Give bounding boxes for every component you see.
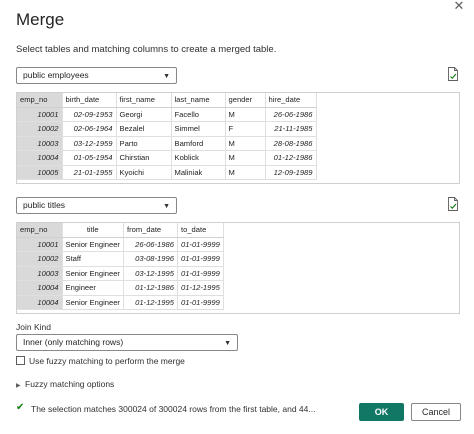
- table-cell: Maliniak: [171, 165, 226, 180]
- chevron-down-icon: ▼: [163, 203, 170, 210]
- column-header-emp-no[interactable]: emp_no: [17, 223, 63, 238]
- column-header-gender[interactable]: gender: [225, 93, 266, 108]
- column-header-title[interactable]: title: [62, 223, 124, 238]
- table-row: 10004 01-05-1954 Chirstian Koblick M 01-12-19…: [17, 150, 317, 166]
- column-header-last-name[interactable]: last_name: [171, 93, 226, 108]
- dialog-subtitle: Select tables and matching columns to cr…: [16, 44, 277, 55]
- chevron-down-icon: ▼: [163, 73, 170, 80]
- table-cell: Senior Engineer: [62, 266, 124, 281]
- table-cell: 10002: [17, 121, 63, 137]
- second-table-preview: emp_no title from_date to_date 10001 Senior …: [16, 222, 460, 314]
- table-cell: 12-09-1989: [265, 165, 317, 180]
- table-row: 10003 Senior Engineer 03-12-1995 01-01-9999: [17, 266, 224, 281]
- table-cell: 01-12-1995: [177, 280, 224, 296]
- table-cell: Simmel: [171, 121, 226, 137]
- table-row: 10003 03-12-1959 Parto Bamford M 28-08-1986: [17, 136, 317, 151]
- table-row: 10004 Engineer 01-12-1986 01-12-1995: [17, 280, 224, 296]
- table-cell: Engineer: [62, 280, 124, 296]
- table-cell: 01-01-9999: [177, 237, 224, 252]
- dialog-title: Merge: [16, 10, 65, 29]
- table-cell: 10004: [17, 280, 63, 296]
- table-cell: 01-12-1986: [123, 280, 178, 296]
- table-cell: Bezalel: [116, 121, 172, 137]
- table-cell: Senior Engineer: [62, 295, 124, 310]
- table-cell: Chirstian: [116, 150, 172, 166]
- table-cell: 01-01-9999: [177, 295, 224, 310]
- table-row: 10004 Senior Engineer 01-12-1995 01-01-9999: [17, 295, 224, 310]
- table-row: 10002 Staff 03-08-1996 01-01-9999: [17, 251, 224, 267]
- table-cell: Senior Engineer: [62, 237, 124, 252]
- column-header-to-date[interactable]: to_date: [177, 223, 224, 238]
- table-cell: 01-05-1954: [62, 150, 117, 166]
- column-header-emp-no[interactable]: emp_no: [17, 93, 63, 108]
- refresh-preview-icon[interactable]: [447, 197, 459, 211]
- refresh-preview-icon[interactable]: [447, 67, 459, 81]
- table-cell: 10002: [17, 251, 63, 267]
- match-status-text: The selection matches 300024 of 300024 r…: [31, 404, 316, 414]
- ok-button[interactable]: OK: [359, 403, 404, 421]
- table-cell: Parto: [116, 136, 172, 151]
- table-row: 10001 02-09-1953 Georgi Facello M 26-06-1986: [17, 107, 317, 122]
- column-header-from-date[interactable]: from_date: [123, 223, 178, 238]
- table-cell: 10005: [17, 165, 63, 180]
- fuzzy-matching-checkbox[interactable]: [16, 356, 25, 365]
- table-cell: F: [225, 121, 266, 137]
- join-kind-label: Join Kind: [16, 322, 51, 332]
- second-table-dropdown-value: public titles: [23, 200, 66, 210]
- second-table-grid: emp_no title from_date to_date 10001 Senior …: [17, 223, 224, 310]
- table-cell: 10004: [17, 150, 63, 166]
- table-cell: 01-12-1995: [123, 295, 178, 310]
- column-header-hire-date[interactable]: hire_date: [265, 93, 317, 108]
- first-table-dropdown-value: public employees: [23, 70, 89, 80]
- column-header-birth-date[interactable]: birth_date: [62, 93, 117, 108]
- table-cell: 10003: [17, 136, 63, 151]
- checkmark-icon: ✔: [16, 402, 25, 413]
- first-table-preview: emp_no birth_date first_name last_name gende…: [16, 92, 460, 184]
- table-cell: 01-01-9999: [177, 266, 224, 281]
- table-cell: 10001: [17, 107, 63, 122]
- table-cell: 03-12-1995: [123, 266, 178, 281]
- table-cell: 02-06-1964: [62, 121, 117, 137]
- table-cell: 26-06-1986: [265, 107, 317, 122]
- table-cell: Georgi: [116, 107, 172, 122]
- column-header-first-name[interactable]: first_name: [116, 93, 172, 108]
- table-cell: 03-12-1959: [62, 136, 117, 151]
- chevron-right-icon: ▶: [16, 383, 21, 389]
- table-cell: M: [225, 165, 266, 180]
- table-cell: Koblick: [171, 150, 226, 166]
- table-cell: Kyoichi: [116, 165, 172, 180]
- join-kind-value: Inner (only matching rows): [23, 337, 124, 347]
- fuzzy-options-expander[interactable]: ▶ Fuzzy matching options: [16, 379, 114, 389]
- table-row: 10001 Senior Engineer 26-06-1986 01-01-9999: [17, 237, 224, 252]
- close-icon[interactable]: ✕: [452, 0, 466, 14]
- table-cell: M: [225, 136, 266, 151]
- fuzzy-matching-label[interactable]: Use fuzzy matching to perform the merge: [29, 356, 185, 366]
- table-cell: 21-01-1955: [62, 165, 117, 180]
- table-cell: 01-01-9999: [177, 251, 224, 267]
- table-cell: 10003: [17, 266, 63, 281]
- cancel-button[interactable]: Cancel: [411, 403, 461, 421]
- table-cell: 03-08-1996: [123, 251, 178, 267]
- table-cell: Bamford: [171, 136, 226, 151]
- table-row: 10002 02-06-1964 Bezalel Simmel F 21-11-1985: [17, 121, 317, 137]
- table-cell: 26-06-1986: [123, 237, 178, 252]
- table-cell: 02-09-1953: [62, 107, 117, 122]
- table-cell: 28-08-1986: [265, 136, 317, 151]
- table-cell: M: [225, 107, 266, 122]
- first-table-grid: emp_no birth_date first_name last_name gende…: [17, 93, 317, 180]
- table-cell: 01-12-1986: [265, 150, 317, 166]
- chevron-down-icon: ▼: [224, 340, 231, 347]
- table-cell: M: [225, 150, 266, 166]
- fuzzy-options-label: Fuzzy matching options: [25, 379, 115, 389]
- table-cell: Staff: [62, 251, 124, 267]
- table-cell: 10001: [17, 237, 63, 252]
- table-cell: Facello: [171, 107, 226, 122]
- table-cell: 21-11-1985: [265, 121, 317, 137]
- first-table-dropdown[interactable]: public employees ▼: [16, 67, 177, 84]
- second-table-dropdown[interactable]: public titles ▼: [16, 197, 177, 214]
- join-kind-dropdown[interactable]: Inner (only matching rows) ▼: [16, 334, 238, 351]
- table-cell: 10004: [17, 295, 63, 310]
- table-row: 10005 21-01-1955 Kyoichi Maliniak M 12-09-198…: [17, 165, 317, 180]
